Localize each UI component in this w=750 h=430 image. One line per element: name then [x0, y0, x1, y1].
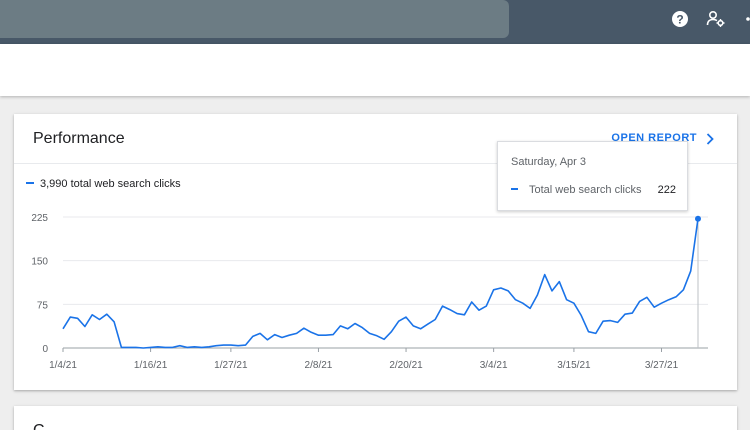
- manage-users-icon[interactable]: [706, 9, 726, 29]
- x-tick-label: 3/15/21: [557, 360, 591, 371]
- x-tick-label: 2/20/21: [389, 360, 423, 371]
- series-line-total-web-search-clicks: [62, 218, 699, 349]
- header-strip: [0, 44, 750, 96]
- next-card-title: C: [33, 422, 45, 430]
- tooltip-value: 222: [657, 184, 676, 196]
- chart-tooltip: Saturday, Apr 3 Total web search clicks …: [497, 141, 688, 211]
- x-tick-label: 1/16/21: [134, 360, 168, 371]
- y-tick-label: 150: [31, 257, 48, 268]
- tooltip-series-swatch: [511, 188, 518, 190]
- x-tick-label: 3/4/21: [480, 360, 508, 371]
- y-tick-label: 75: [37, 300, 49, 311]
- x-tick-label: 3/27/21: [645, 360, 679, 371]
- tooltip-series-label: Total web search clicks: [529, 184, 642, 196]
- tooltip-date: Saturday, Apr 3: [511, 156, 587, 168]
- x-tick-label: 2/8/21: [305, 360, 333, 371]
- search-box[interactable]: [0, 0, 509, 38]
- top-app-bar: ?: [0, 0, 750, 44]
- next-card: C: [14, 406, 737, 430]
- x-tick-label: 1/4/21: [49, 360, 77, 371]
- y-tick-label: 225: [31, 213, 48, 224]
- y-tick-label: 0: [42, 344, 48, 355]
- help-icon[interactable]: ?: [670, 9, 690, 29]
- x-tick-label: 1/27/21: [214, 360, 248, 371]
- apps-icon[interactable]: [744, 9, 750, 29]
- svg-text:?: ?: [676, 13, 683, 27]
- hover-point: [695, 215, 701, 222]
